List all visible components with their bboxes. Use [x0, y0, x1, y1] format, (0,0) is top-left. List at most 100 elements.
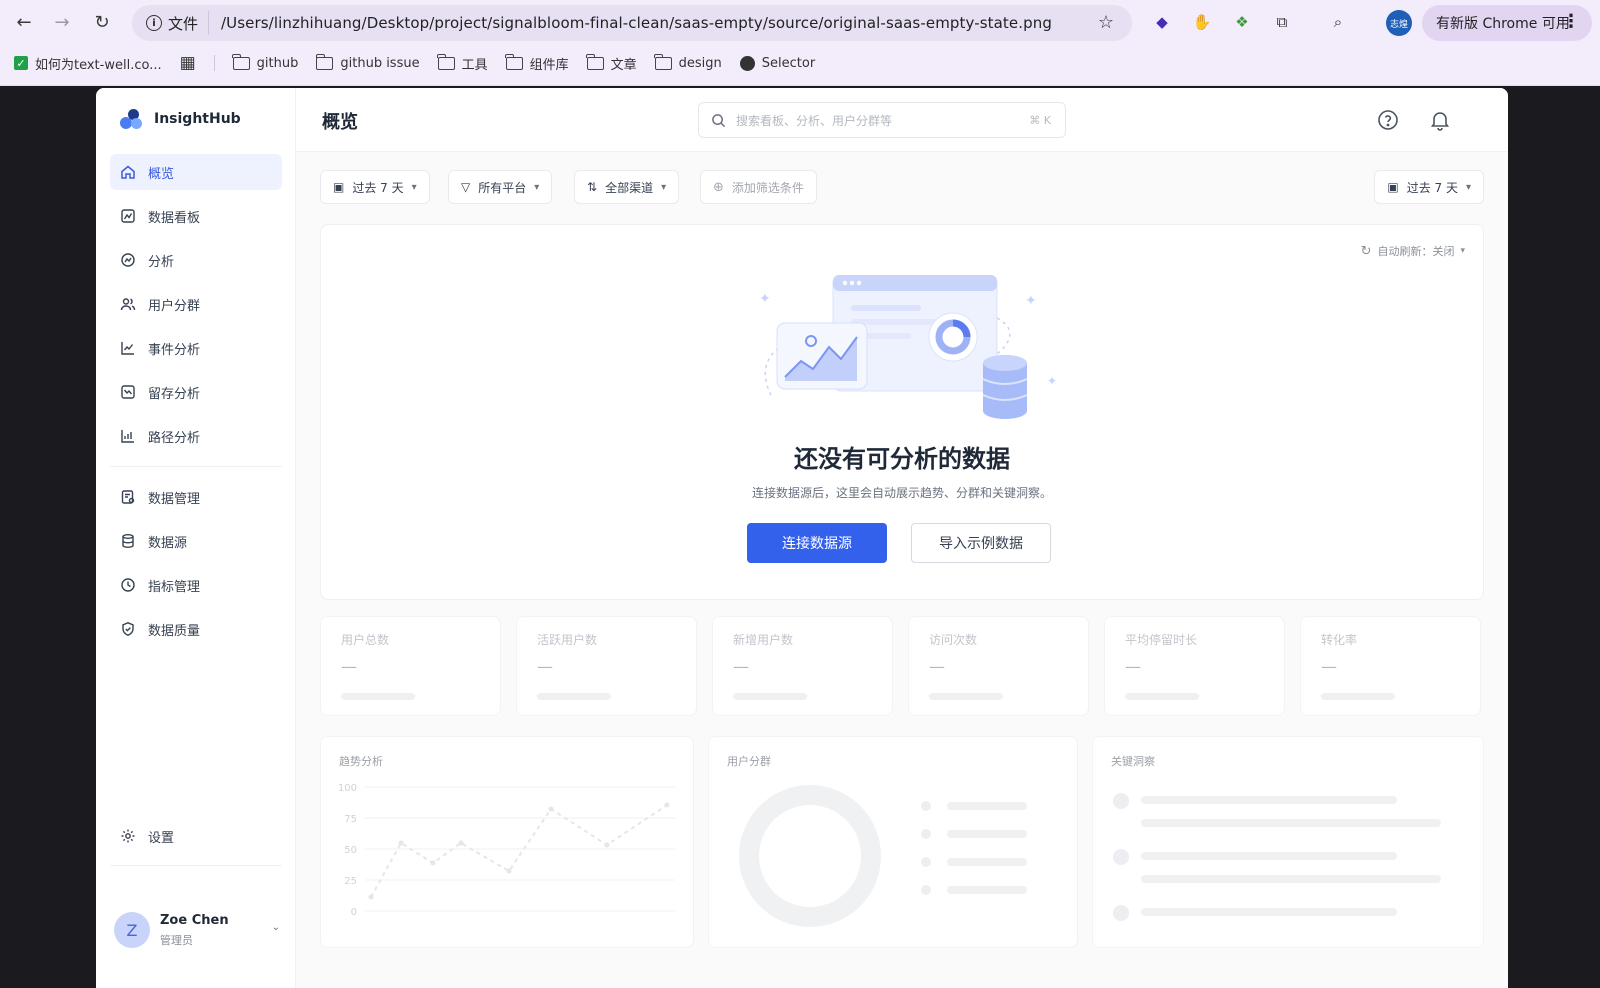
bookmark-folder-articles[interactable]: 文章	[586, 53, 637, 73]
sidebar-item-retention[interactable]: 留存分析	[110, 374, 282, 410]
platform-filter[interactable]: ▽ 所有平台 ▾	[448, 170, 553, 204]
bookmark-text-well[interactable]: ✓ 如何为text-well.co...	[14, 54, 162, 73]
menu-kebab-icon[interactable]: ⋮	[1562, 11, 1580, 32]
import-sample-data-button[interactable]: 导入示例数据	[911, 523, 1051, 563]
y-tick: 50	[344, 845, 357, 856]
chevron-down-icon: ▾	[1465, 181, 1471, 193]
sidebar-divider-bottom	[110, 865, 282, 866]
metric-label: 新增用户数	[733, 633, 794, 647]
metric-value: —	[1321, 657, 1337, 676]
back-icon[interactable]: ←	[10, 8, 38, 36]
sidebar-item-data-management[interactable]: 数据管理	[110, 479, 282, 515]
insights-panel: 关键洞察	[1092, 736, 1484, 948]
help-icon[interactable]	[1376, 108, 1400, 132]
metric-skeleton	[1321, 693, 1395, 700]
users-icon	[120, 298, 136, 311]
user-menu[interactable]: Z Zoe Chen 管理员 ⌄	[114, 908, 284, 952]
calendar-icon: ▣	[1387, 180, 1399, 194]
sidebar-item-dashboard[interactable]: 数据看板	[110, 198, 282, 234]
app-logo[interactable]: InsightHub	[118, 106, 241, 132]
date-range-filter[interactable]: ▣ 过去 7 天 ▾	[320, 170, 430, 204]
analysis-icon	[121, 253, 135, 267]
bookmark-folder-design[interactable]: design	[654, 53, 722, 71]
sidebar-item-path[interactable]: 路径分析	[110, 418, 282, 454]
tab-search-icon[interactable]: ⌕	[1326, 10, 1350, 34]
insight-dot	[1113, 905, 1129, 921]
sidebar-item-data-quality[interactable]: 数据质量	[110, 611, 282, 647]
chevron-down-icon[interactable]: ⌄	[272, 922, 280, 933]
trend-panel: 趋势分析 100 75 50 25 0	[320, 736, 694, 948]
svg-text:✦: ✦	[1047, 374, 1057, 388]
panel-title: 用户分群	[727, 755, 771, 768]
metric-value: —	[537, 657, 553, 676]
filter-icon: ▽	[461, 180, 471, 194]
search-shortcut: ⌘ K	[1029, 114, 1051, 127]
legend-dot	[921, 885, 931, 895]
home-icon	[121, 165, 135, 179]
sidebar-item-events[interactable]: 事件分析	[110, 330, 282, 366]
bookmarks-bar: ✓ 如何为text-well.co... ▦ github github iss…	[0, 48, 1600, 78]
sidebar-item-analysis[interactable]: 分析	[110, 242, 282, 278]
sidebar-item-segments[interactable]: 用户分群	[110, 286, 282, 322]
legend-skeleton	[947, 858, 1027, 866]
update-label: 有新版 Chrome 可用	[1436, 16, 1570, 32]
extension-cluster-icon[interactable]: ❖	[1230, 10, 1254, 34]
sidebar-divider	[110, 466, 282, 467]
search-icon	[712, 113, 726, 127]
y-tick: 75	[344, 814, 357, 825]
user-name: Zoe Chen	[160, 912, 229, 928]
checkbox-favicon-icon: ✓	[14, 56, 28, 70]
forward-icon[interactable]: →	[48, 8, 76, 36]
reload-icon[interactable]: ↻	[88, 8, 116, 36]
insight-skeleton	[1141, 852, 1397, 860]
connect-datasource-button[interactable]: 连接数据源	[747, 523, 887, 563]
insight-skeleton	[1141, 908, 1397, 916]
extension-diamond-icon[interactable]: ◆	[1150, 10, 1174, 34]
address-bar[interactable]: i 文件 /Users/linzhihuang/Desktop/project/…	[132, 5, 1132, 41]
folder-icon	[436, 53, 455, 70]
chevron-down-icon: ▾	[661, 181, 667, 193]
metric-card: 转化率 —	[1300, 616, 1481, 716]
sidebar-item-datasource[interactable]: 数据源	[110, 523, 282, 559]
metrics-row: 用户总数 — 活跃用户数 — 新增用户数 — 访问次数 — 平均停留时长 — 转…	[320, 616, 1484, 716]
bell-icon[interactable]	[1428, 108, 1452, 132]
panel-title: 关键洞察	[1111, 755, 1155, 768]
top-bar: 概览 搜索看板、分析、用户分群等 ⌘ K	[296, 88, 1508, 152]
bookmark-folder-github[interactable]: github	[232, 53, 298, 71]
empty-state-description: 连接数据源后，这里会自动展示趋势、分群和关键洞察。	[751, 486, 1052, 500]
extensions-puzzle-icon[interactable]: ⧉	[1270, 10, 1294, 34]
bookmark-star-icon[interactable]: ☆	[1098, 12, 1114, 33]
main-content: 概览 搜索看板、分析、用户分群等 ⌘ K ▣ 过去 7 天 ▾ ▽ 所有平台 ▾…	[296, 88, 1508, 988]
folder-icon	[232, 53, 250, 70]
metric-card: 平均停留时长 —	[1104, 616, 1285, 716]
bookmark-folder-github-issue[interactable]: github issue	[315, 53, 420, 71]
date-range-filter-right[interactable]: ▣ 过去 7 天 ▾	[1374, 170, 1484, 204]
bookmark-folder-tools[interactable]: 工具	[436, 53, 488, 73]
chrome-update-button[interactable]: 有新版 Chrome 可用 ⋮	[1422, 5, 1592, 41]
search-input[interactable]: 搜索看板、分析、用户分群等 ⌘ K	[698, 102, 1066, 138]
extension-hand-icon[interactable]: ✋	[1190, 10, 1214, 34]
sidebar-item-metrics[interactable]: 指标管理	[110, 567, 282, 603]
apps-grid-icon[interactable]: ▦	[180, 53, 196, 73]
bookmark-divider	[213, 55, 215, 71]
url-text[interactable]: /Users/linzhihuang/Desktop/project/signa…	[221, 14, 1052, 32]
profile-avatar[interactable]: 志煌	[1386, 10, 1412, 36]
bookmark-folder-components[interactable]: 组件库	[505, 53, 569, 73]
metric-skeleton	[537, 693, 611, 700]
add-filter-button[interactable]: ⊕ 添加筛选条件	[700, 170, 817, 204]
channel-filter[interactable]: ⇅ 全部渠道 ▾	[574, 170, 680, 204]
search-placeholder: 搜索看板、分析、用户分群等	[736, 113, 893, 128]
insight-skeleton	[1141, 796, 1397, 804]
chevron-down-icon: ▾	[1460, 246, 1465, 256]
auto-refresh-toggle[interactable]: ↻ 自动刷新：关闭 ▾	[1361, 243, 1465, 259]
database-icon	[122, 534, 134, 549]
site-info[interactable]: i 文件	[142, 11, 210, 35]
sidebar-item-overview[interactable]: 概览	[110, 154, 282, 190]
data-manage-icon	[121, 490, 135, 504]
bookmark-selector[interactable]: Selector	[739, 55, 815, 71]
sidebar-item-settings[interactable]: 设置	[110, 818, 282, 854]
channel-icon: ⇅	[587, 180, 598, 194]
empty-state-illustration: ✦ ✦ ✦	[759, 275, 1057, 419]
path-icon	[121, 430, 134, 443]
avatar: Z	[114, 912, 150, 948]
